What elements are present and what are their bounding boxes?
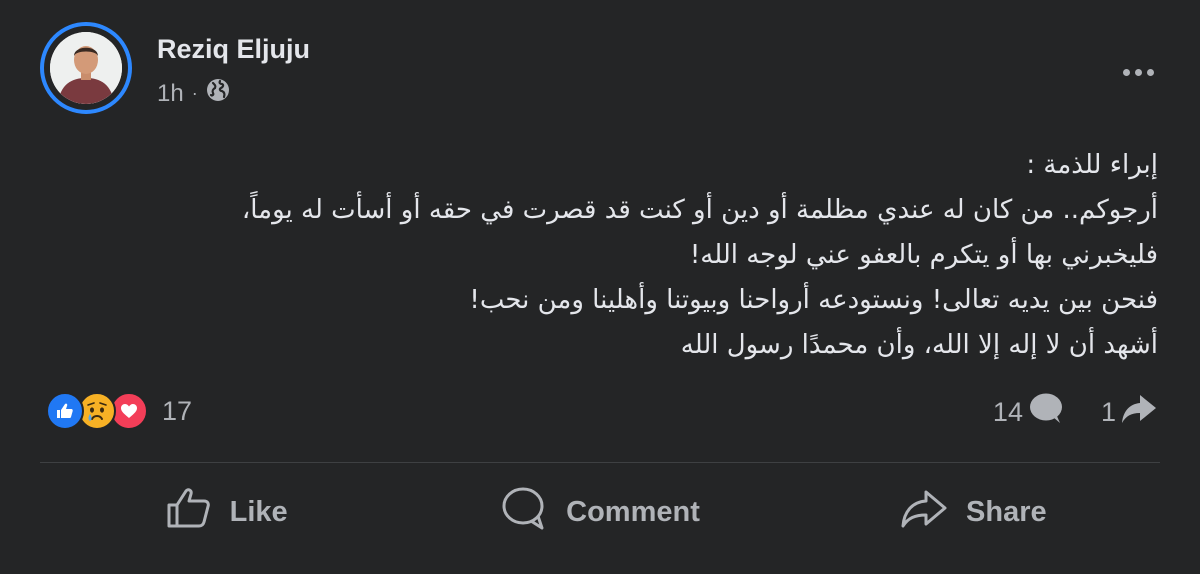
like-reaction-icon — [46, 392, 84, 430]
post-time[interactable]: 1h — [157, 80, 184, 108]
meta-separator: · — [191, 83, 198, 103]
author-name[interactable]: Reziq Eljuju — [157, 34, 310, 65]
like-button[interactable]: Like — [40, 480, 413, 544]
more-dot-icon — [1134, 68, 1142, 76]
more-dot-icon — [1122, 68, 1130, 76]
more-dot-icon — [1146, 68, 1154, 76]
post-meta: 1h · — [157, 78, 230, 109]
post-line: فنحن بين يديه تعالى! ونستودعه أرواحنا وب… — [469, 285, 1158, 315]
avatar[interactable] — [50, 32, 122, 104]
more-options-button[interactable] — [1116, 50, 1160, 94]
comment-label: Comment — [566, 495, 700, 528]
post-line: أشهد أن لا إله إلا الله، وأن محمدًا رسول… — [680, 330, 1158, 360]
reactions-count[interactable]: 17 — [162, 396, 192, 427]
like-label: Like — [229, 495, 288, 528]
avatar-story-ring[interactable] — [40, 22, 132, 114]
comment-bubble-icon — [1027, 392, 1065, 433]
comment-icon — [500, 486, 548, 538]
comments-count[interactable]: 14 — [993, 392, 1065, 433]
thumbs-up-icon — [166, 487, 212, 537]
post-line: أرجوكم.. من كان له عندي مظلمة أو دين أو … — [241, 195, 1158, 225]
shares-count-value: 1 — [1100, 397, 1116, 427]
share-label: Share — [966, 495, 1047, 528]
post-header: Reziq Eljuju 1h · — [40, 22, 1160, 122]
share-button[interactable]: Share — [787, 480, 1160, 544]
share-arrow-icon — [1120, 392, 1158, 433]
avatar-photo — [50, 32, 122, 104]
comment-button[interactable]: Comment — [413, 480, 786, 544]
share-icon — [900, 488, 948, 536]
post-stats: 14 1 — [993, 392, 1158, 433]
post-body: إبراء للذمة : أرجوكم.. من كان له عندي مظ… — [48, 143, 1158, 368]
actions-divider — [40, 462, 1160, 463]
post-line: فليخبرني بها أو يتكرم بالعفو عني لوجه ال… — [689, 240, 1158, 270]
shares-count[interactable]: 1 — [1101, 392, 1158, 433]
post-line: إبراء للذمة : — [1026, 150, 1158, 180]
comments-count-value: 14 — [992, 397, 1023, 427]
globe-icon — [206, 78, 230, 109]
reactions-summary[interactable]: 17 — [46, 392, 192, 430]
post-actions-bar: Like Comment Share — [40, 480, 1160, 544]
